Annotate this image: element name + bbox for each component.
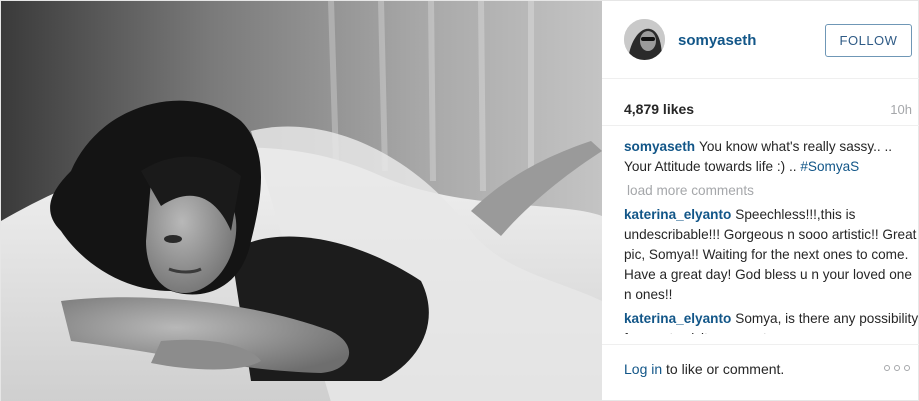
post-footer: Log in to like or comment.	[602, 344, 919, 401]
load-more-comments-link[interactable]: load more comments	[624, 181, 919, 201]
post-timestamp[interactable]: 10h	[890, 102, 912, 117]
follow-button[interactable]: FOLLOW	[825, 24, 912, 57]
comment-username[interactable]: katerina_elyanto	[624, 311, 731, 326]
comments-list: somyaseth You know what's really sassy.. …	[624, 137, 919, 334]
dot-icon	[894, 365, 900, 371]
login-prompt-text: to like or comment.	[662, 361, 785, 377]
user-avatar[interactable]	[624, 19, 665, 60]
dot-icon	[884, 365, 890, 371]
instagram-post: somyaseth FOLLOW 4,879 likes 10h somyase…	[0, 0, 919, 401]
dot-icon	[904, 365, 910, 371]
post-side-panel: somyaseth FOLLOW 4,879 likes 10h somyase…	[602, 1, 919, 401]
caption-hashtag[interactable]: #SomyaS	[800, 159, 859, 174]
post-username[interactable]: somyaseth	[678, 32, 756, 49]
photo-image	[1, 1, 602, 401]
post-stats: 4,879 likes 10h	[602, 79, 919, 126]
avatar-icon	[624, 19, 665, 60]
login-link[interactable]: Log in	[624, 361, 662, 377]
post-header: somyaseth FOLLOW	[602, 1, 919, 79]
more-options-icon[interactable]	[884, 363, 910, 373]
login-prompt: Log in to like or comment.	[624, 361, 784, 377]
likes-count[interactable]: 4,879 likes	[624, 101, 694, 117]
comment-item: katerina_elyanto Speechless!!!,this is un…	[624, 205, 919, 305]
caption-username[interactable]: somyaseth	[624, 139, 695, 154]
comment-item: katerina_elyanto Somya, is there any poss…	[624, 309, 919, 334]
comment-username[interactable]: katerina_elyanto	[624, 207, 731, 222]
post-photo[interactable]	[1, 1, 602, 401]
caption: somyaseth You know what's really sassy.. …	[624, 137, 919, 177]
